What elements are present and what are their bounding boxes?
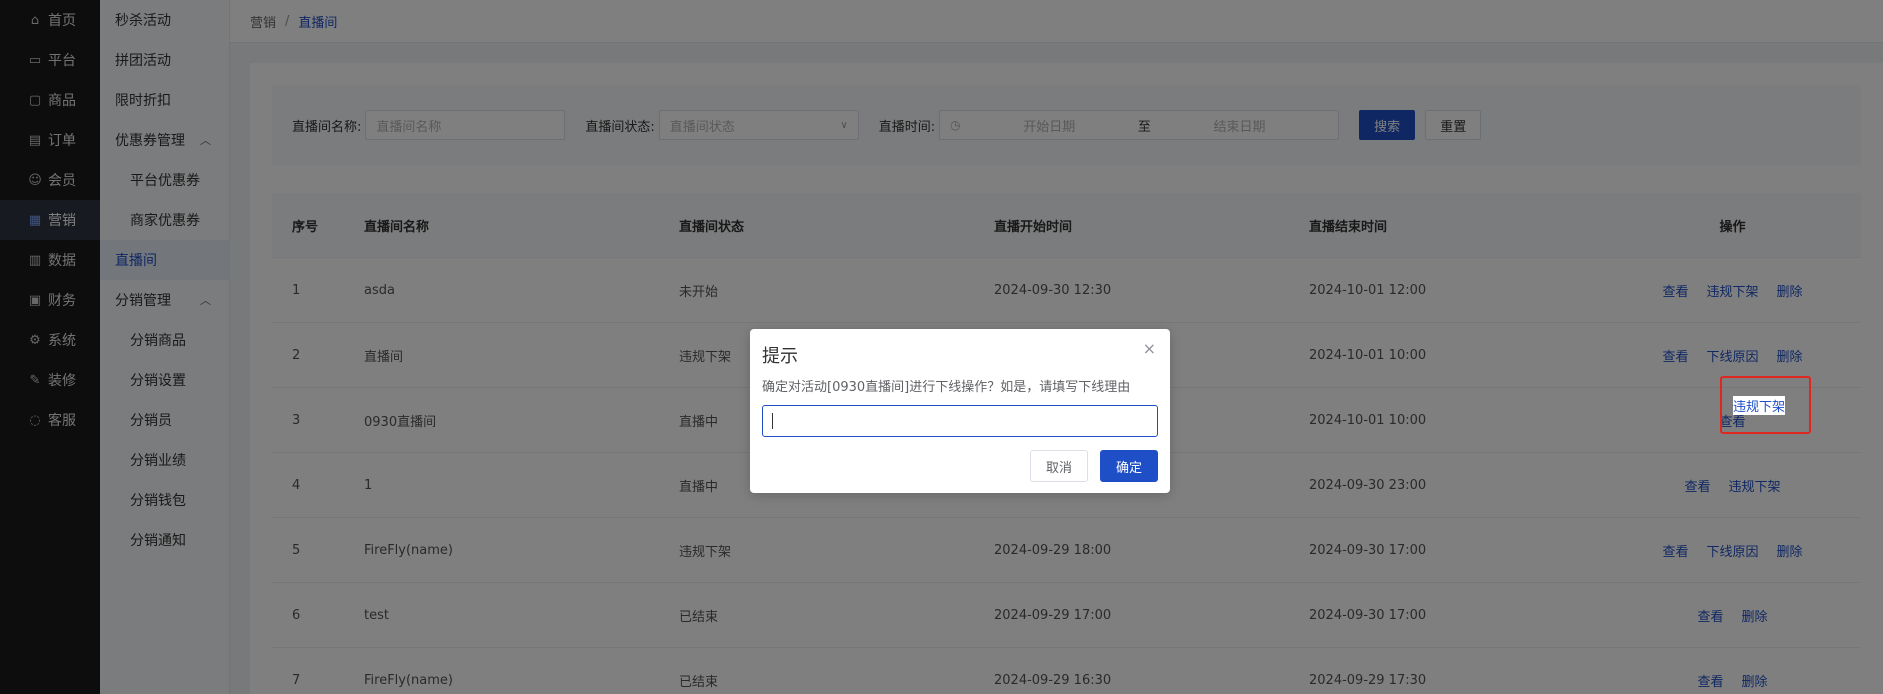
prompt-dialog: 提示 × 确定对活动[0930直播间]进行下线操作？如是，请填写下线理由 取消 … bbox=[750, 329, 1170, 493]
confirm-button[interactable]: 确定 bbox=[1099, 450, 1158, 482]
cancel-button[interactable]: 取消 bbox=[1029, 450, 1088, 482]
close-icon[interactable]: × bbox=[1143, 339, 1156, 358]
takedown-reason-input[interactable] bbox=[762, 405, 1158, 437]
dialog-buttons: 取消 确定 bbox=[1029, 450, 1158, 482]
dialog-message: 确定对活动[0930直播间]进行下线操作？如是，请填写下线理由 bbox=[762, 380, 1131, 395]
takedown-link-highlighted[interactable]: 违规下架 bbox=[1733, 396, 1786, 415]
highlighted-takedown-action: 违规下架 bbox=[1720, 376, 1811, 434]
text-caret bbox=[772, 413, 773, 429]
dialog-title: 提示 bbox=[762, 346, 798, 367]
